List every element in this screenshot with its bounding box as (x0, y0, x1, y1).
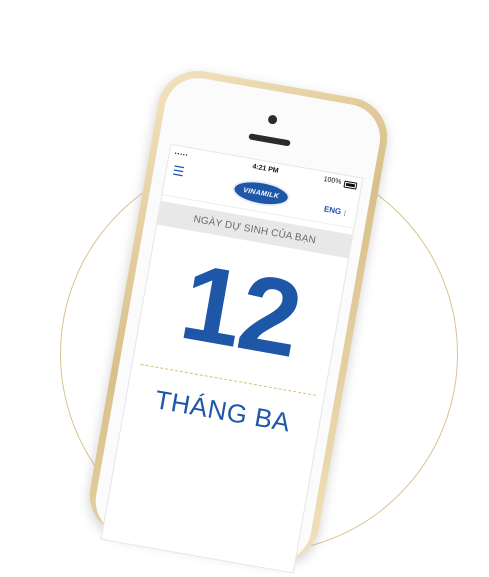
due-date-month: THÁNG BA (152, 384, 293, 438)
speaker-grille (248, 133, 291, 147)
front-camera-icon (267, 114, 278, 125)
hamburger-menu-icon[interactable]: ☰ (172, 163, 186, 180)
battery-percentage: 100% (322, 175, 342, 186)
more-options-icon: ⋮ (341, 210, 349, 218)
vinamilk-logo[interactable]: VINAMILK (230, 176, 292, 211)
due-date-day: 12 (172, 240, 309, 380)
language-label: ENG (323, 204, 342, 217)
language-switch[interactable]: ENG⋮ (323, 204, 349, 217)
logo-text: VINAMILK (242, 186, 280, 200)
battery-icon (343, 180, 358, 190)
